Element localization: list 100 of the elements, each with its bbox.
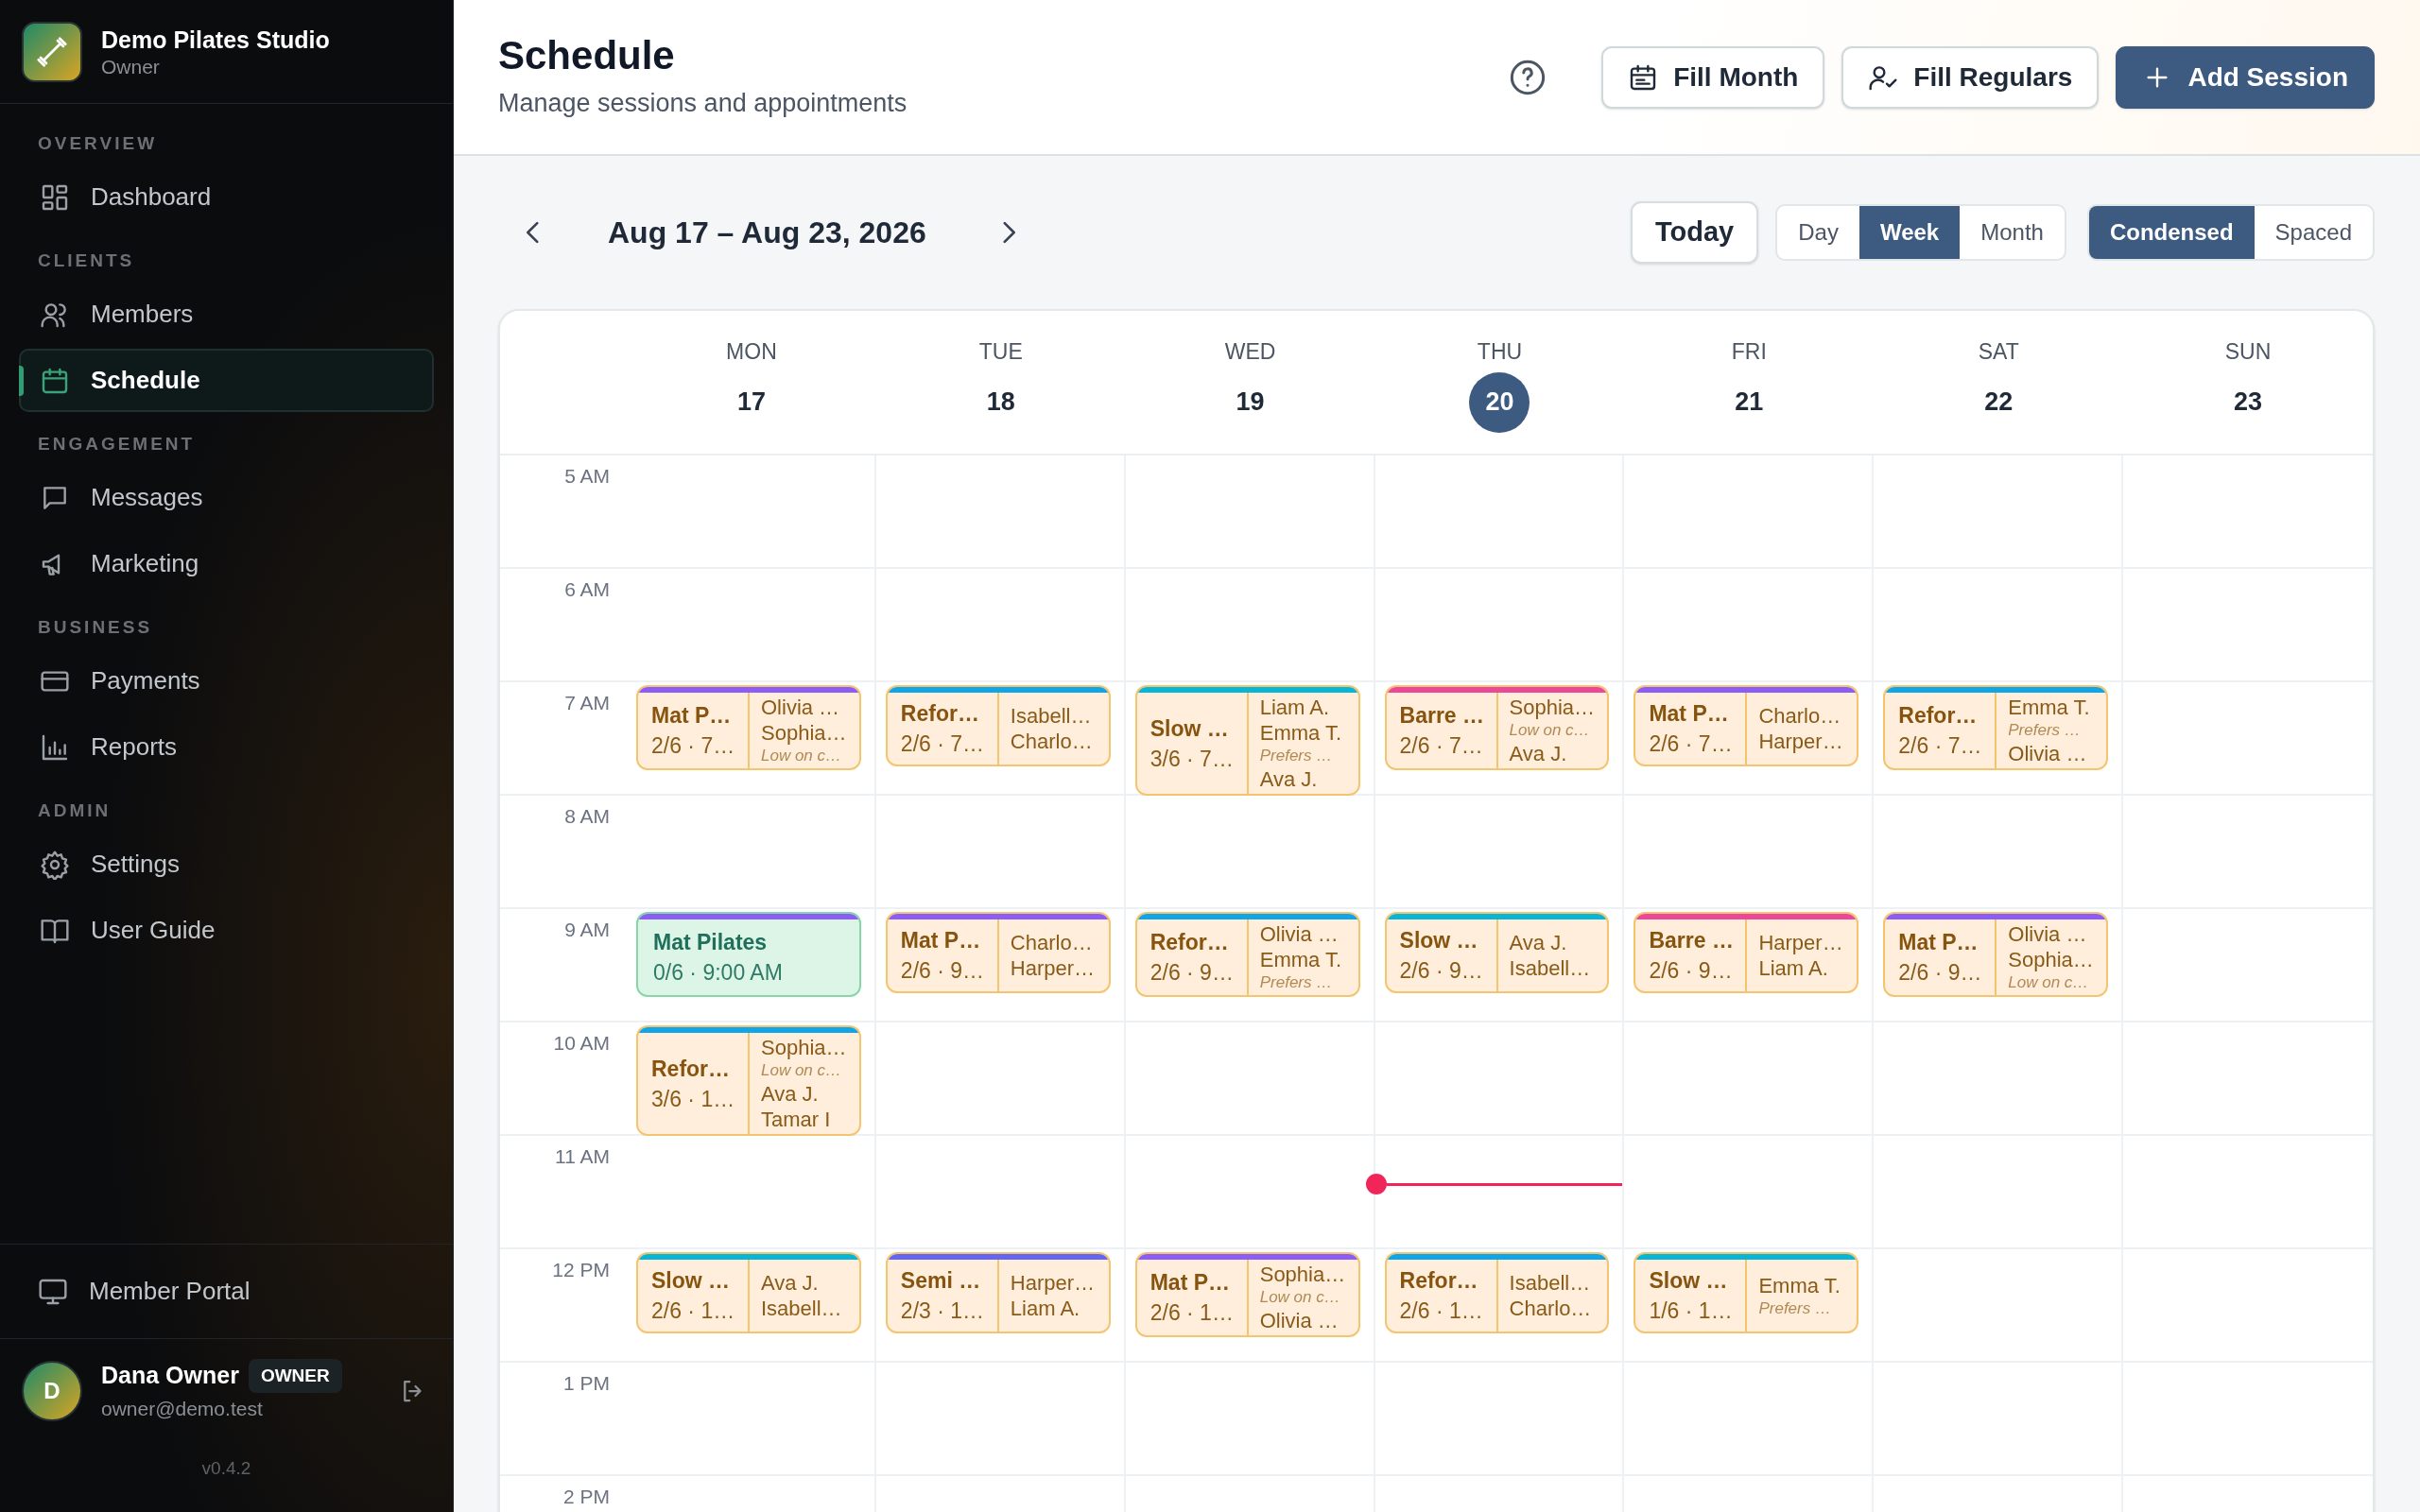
time-label: 1 PM (563, 1372, 610, 1394)
time-label: 7 AM (564, 692, 610, 713)
session-card[interactable]: Mat P… 2/6 · 1… Sophia… Low on c… Olivia … (1134, 1252, 1360, 1337)
version-label: v0.4.2 (200, 1457, 252, 1480)
page-subtitle: Manage sessions and appointments (498, 88, 908, 120)
toggle-option[interactable]: Spaced (2254, 206, 2373, 259)
session-title: Mat P… (1649, 700, 1730, 728)
help-icon (1509, 58, 1547, 96)
weekday-label: FRI (1731, 338, 1767, 366)
session-card[interactable]: Mat P… 2/6 · 9… Charlo… Harper… (885, 912, 1111, 993)
session-info: 2/6 · 7… (1399, 732, 1484, 760)
date-label[interactable]: 21 (1719, 371, 1780, 433)
attendee-name: Liam A. (1259, 695, 1331, 720)
session-card[interactable]: Refor… 2/6 · 7… Emma T. Prefers … Olivia … (1883, 685, 2109, 770)
session-card[interactable]: Refor… 3/6 · 1… Sophia… Low on c… Ava J. Tamar I (636, 1025, 861, 1136)
date-label[interactable]: 17 (720, 371, 782, 433)
session-card[interactable]: Slow … 2/6 · 9… Ava J. Isabell… (1384, 912, 1610, 993)
session-card[interactable]: Barre … 2/6 · 7… Sophia… Low on c… Ava J. (1384, 685, 1610, 770)
session-card[interactable]: Mat P… 2/6 · 9… Olivia … Sophia… Low on c… (1883, 912, 2109, 997)
time-label: 10 AM (553, 1032, 610, 1054)
session-info: 2/6 · 9… (1150, 959, 1235, 987)
attendee-name: Ava J. (761, 1270, 820, 1296)
session-card[interactable]: Refor… 2/6 · 1… Isabell… Charlo… (1384, 1252, 1610, 1333)
session-info: 3/6 · 7… (1150, 745, 1235, 773)
session-card[interactable]: Refor… 2/6 · 7… Isabell… Charlo… (885, 685, 1111, 766)
attendee-name: Sophia… (2008, 947, 2095, 972)
toggle-option[interactable]: Week (1858, 206, 1961, 259)
member-portal-link[interactable]: Member Portal (38, 1273, 251, 1310)
attendee-name: Ava J. (761, 1081, 820, 1107)
attendee-name: Emma T. (1259, 947, 1343, 972)
session-title: Mat P… (900, 927, 982, 954)
date-label[interactable]: 20 (1469, 371, 1530, 433)
session-title: Mat Pilates (653, 929, 769, 956)
attendee-name: Emma T. (1758, 1272, 1841, 1298)
attendee-name: Harper… (1758, 729, 1844, 754)
attendee-note: Low on c… (1259, 1287, 1341, 1308)
user-avatar: D (22, 1360, 82, 1421)
time-label: 6 AM (564, 578, 610, 600)
toggle-option[interactable]: Day (1777, 206, 1859, 259)
session-title: Barre … (1399, 702, 1486, 730)
action-button[interactable]: Fill Month (1601, 45, 1825, 109)
attendee-name: Emma T. (1259, 720, 1343, 746)
weekday-label: THU (1477, 338, 1523, 366)
nav-item[interactable]: Reports (19, 715, 434, 779)
settings-icon (40, 849, 70, 880)
attendee-name: Charlo… (1758, 703, 1842, 729)
date-label[interactable]: 18 (970, 371, 1031, 433)
session-title: Barre … (1649, 927, 1735, 954)
attendee-note: Low on c… (761, 746, 843, 766)
nav-item[interactable]: Dashboard (19, 165, 434, 229)
session-title: Refor… (651, 1055, 732, 1083)
nav-item[interactable]: Schedule (19, 349, 434, 412)
date-range: Aug 17 – Aug 23, 2026 (608, 215, 926, 251)
toggle-option[interactable]: Month (1960, 206, 2065, 259)
attendee-name: Olivia … (1259, 921, 1340, 947)
session-card[interactable]: Mat Pilates 0/6 · 9:00 AM (636, 912, 861, 997)
action-button[interactable]: Fill Regulars (1841, 45, 2100, 109)
attendee-name: Isabell… (1010, 703, 1093, 729)
session-title: Mat P… (1150, 1269, 1232, 1297)
weekday-label: SUN (2224, 338, 2272, 366)
section-label: OVERVIEW (37, 131, 159, 155)
toggle-option[interactable]: Condensed (2088, 206, 2255, 259)
session-title: Mat P… (1898, 929, 1979, 956)
nav-item[interactable]: User Guide (19, 899, 434, 962)
attendee-name: Sophia… (761, 720, 848, 746)
date-label[interactable]: 19 (1219, 371, 1281, 433)
session-info: 2/3 · 1… (900, 1297, 986, 1325)
session-card[interactable]: Semi … 2/3 · 1… Harper… Liam A. (885, 1252, 1111, 1333)
session-card[interactable]: Barre … 2/6 · 9… Harper… Liam A. (1634, 912, 1859, 993)
help-button[interactable] (1509, 58, 1547, 96)
nav-item[interactable]: Settings (19, 833, 434, 896)
attendee-name: Harper… (1010, 955, 1097, 981)
nav-item[interactable]: Marketing (19, 532, 434, 595)
attendee-name: Ava J. (1259, 766, 1319, 792)
session-card[interactable]: Mat P… 2/6 · 7… Olivia … Sophia… Low on c… (636, 685, 861, 770)
time-label: 5 AM (564, 465, 610, 487)
session-card[interactable]: Slow … 3/6 · 7… Liam A. Emma T. Prefers … Ava J. (1134, 685, 1360, 796)
session-info: 2/6 · 9… (900, 957, 986, 985)
today-button[interactable]: Today (1631, 201, 1759, 264)
date-label[interactable]: 22 (1968, 371, 2030, 433)
session-title: Slow … (651, 1267, 732, 1295)
time-label: 8 AM (564, 805, 610, 827)
session-card[interactable]: Mat P… 2/6 · 7… Charlo… Harper… (1634, 685, 1859, 766)
session-card[interactable]: Refor… 2/6 · 9… Olivia … Emma T. Prefers … (1134, 912, 1360, 997)
attendee-name: Charlo… (1010, 930, 1094, 955)
session-card[interactable]: Slow … 1/6 · 1… Emma T. Prefers … (1634, 1252, 1859, 1333)
action-button[interactable]: Add Session (2116, 45, 2375, 109)
nav-item[interactable]: Messages (19, 466, 434, 529)
nav-item[interactable]: Members (19, 283, 434, 346)
attendee-note: Prefers … (2008, 720, 2082, 741)
user-role: Owner (101, 54, 161, 79)
attendee-name: Sophia… (1509, 695, 1597, 720)
time-label: 2 PM (563, 1486, 610, 1507)
attendee-name: Olivia … (2008, 921, 2088, 947)
session-info: 2/6 · 1… (1399, 1297, 1484, 1325)
nav-item[interactable]: Payments (19, 649, 434, 713)
page-title: Schedule (498, 32, 676, 80)
session-card[interactable]: Slow … 2/6 · 1… Ava J. Isabell… (636, 1252, 861, 1333)
weekday-label: TUE (978, 338, 1023, 366)
date-label[interactable]: 23 (2218, 371, 2279, 433)
